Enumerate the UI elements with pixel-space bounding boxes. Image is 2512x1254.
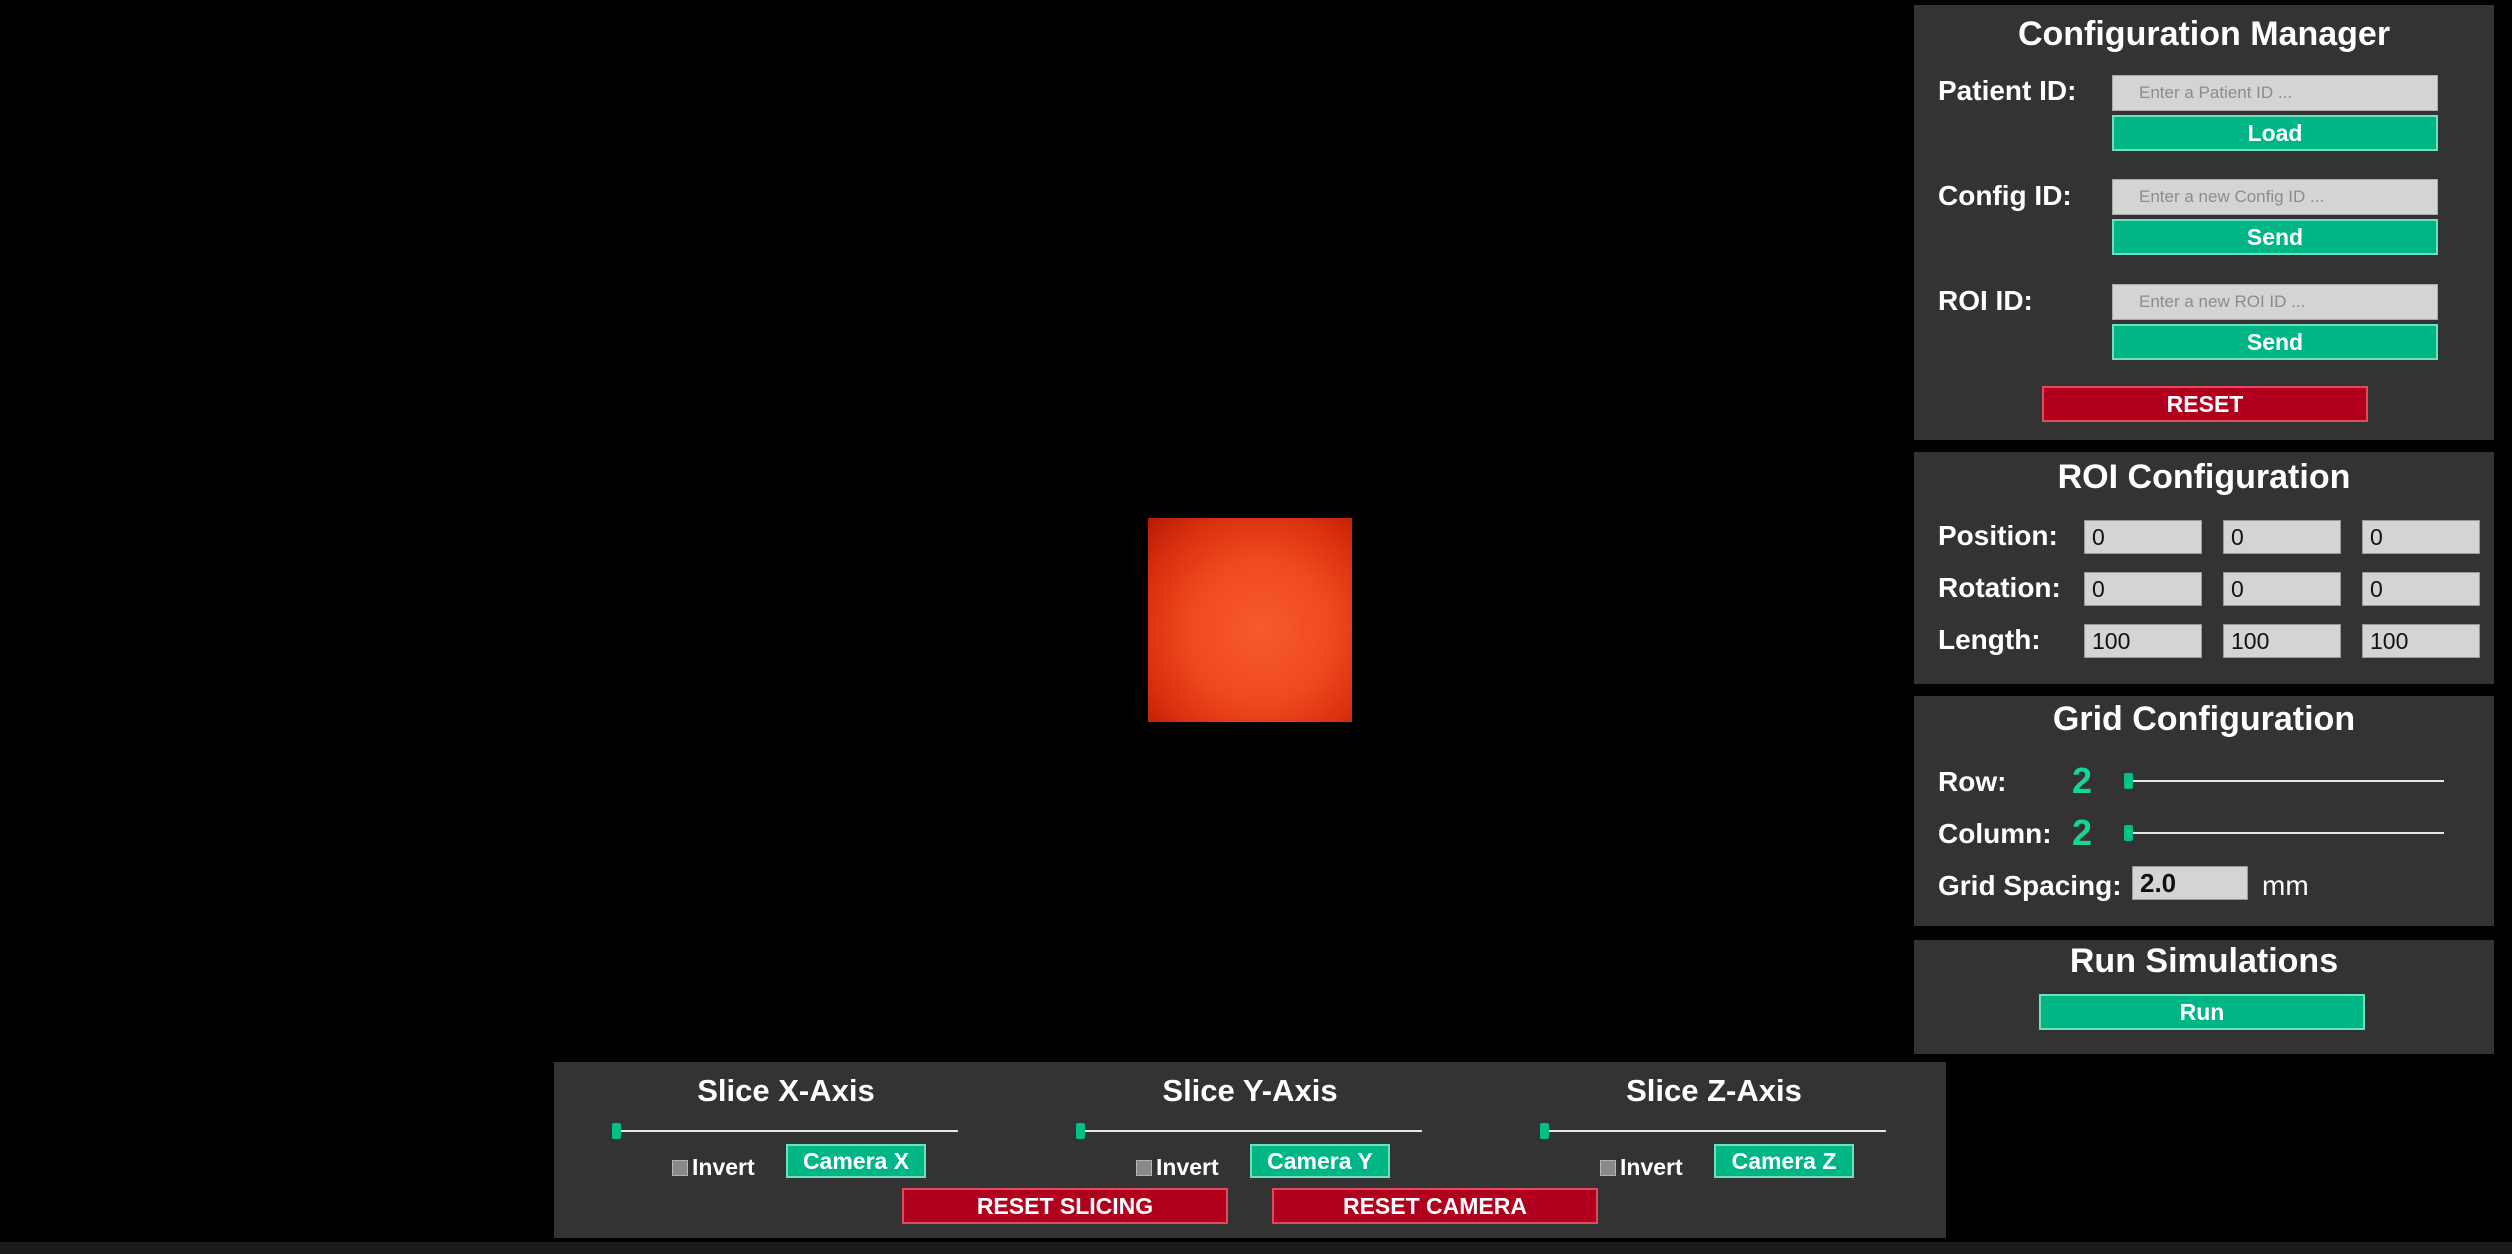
invert-z-checkbox[interactable] <box>1600 1160 1616 1176</box>
length-x-input[interactable] <box>2084 624 2202 658</box>
reset-button[interactable]: RESET <box>2042 386 2368 422</box>
config-id-input[interactable] <box>2112 179 2438 215</box>
config-id-label: Config ID: <box>1938 180 2072 211</box>
roi-send-button[interactable]: Send <box>2112 324 2438 360</box>
row-value: 2 <box>2072 760 2093 801</box>
run-simulations-panel: Run Simulations Run <box>1914 940 2494 1054</box>
column-label: Column: <box>1938 818 2052 849</box>
config-send-button[interactable]: Send <box>2112 219 2438 255</box>
position-label: Position: <box>1938 520 2058 551</box>
invert-x-label: Invert <box>692 1154 755 1180</box>
roi-box-render <box>1148 518 1352 722</box>
roi-id-label: ROI ID: <box>1938 285 2033 316</box>
roi-id-input[interactable] <box>2112 284 2438 320</box>
row-label: Row: <box>1938 766 2007 797</box>
rotation-y-input[interactable] <box>2223 572 2341 606</box>
bottom-edge-bar <box>0 1242 2512 1254</box>
panel-title: Run Simulations <box>2069 942 2339 980</box>
rotation-z-input[interactable] <box>2362 572 2480 606</box>
column-value: 2 <box>2072 812 2093 853</box>
run-button[interactable]: Run <box>2039 994 2365 1030</box>
configuration-manager-panel: Configuration Manager Patient ID: Load C… <box>1914 5 2494 440</box>
roi-configuration-panel: ROI Configuration Position: Rotation: Le… <box>1914 452 2494 684</box>
camera-x-button[interactable]: Camera X <box>786 1144 926 1178</box>
patient-id-input[interactable] <box>2112 75 2438 111</box>
slice-x-slider[interactable] <box>616 1130 958 1132</box>
camera-z-button[interactable]: Camera Z <box>1714 1144 1854 1178</box>
camera-y-button[interactable]: Camera Y <box>1250 1144 1390 1178</box>
slice-x-slider-thumb[interactable] <box>612 1123 621 1139</box>
position-y-input[interactable] <box>2223 520 2341 554</box>
rotation-label: Rotation: <box>1938 572 2061 603</box>
slice-z-slider-thumb[interactable] <box>1540 1123 1549 1139</box>
slice-z-title: Slice Z-Axis <box>1626 1073 1802 1108</box>
invert-y-checkbox[interactable] <box>1136 1160 1152 1176</box>
slice-y-slider-thumb[interactable] <box>1076 1123 1085 1139</box>
row-slider-thumb[interactable] <box>2124 773 2133 789</box>
column-slider-thumb[interactable] <box>2124 825 2133 841</box>
slicing-panel: Slice X-Axis Invert Camera X Slice Y-Axi… <box>554 1062 1946 1238</box>
position-z-input[interactable] <box>2362 520 2480 554</box>
panel-title: Grid Configuration <box>2052 700 2356 738</box>
column-slider[interactable] <box>2128 832 2444 834</box>
panel-title: ROI Configuration <box>2057 458 2351 496</box>
grid-spacing-unit: mm <box>2262 870 2309 901</box>
length-label: Length: <box>1938 624 2041 655</box>
length-y-input[interactable] <box>2223 624 2341 658</box>
length-z-input[interactable] <box>2362 624 2480 658</box>
panel-title: Configuration Manager <box>2017 15 2391 53</box>
invert-z-label: Invert <box>1620 1154 1683 1180</box>
slice-y-slider[interactable] <box>1080 1130 1422 1132</box>
invert-x-checkbox[interactable] <box>672 1160 688 1176</box>
reset-slicing-button[interactable]: RESET SLICING <box>902 1188 1228 1224</box>
rotation-x-input[interactable] <box>2084 572 2202 606</box>
load-button[interactable]: Load <box>2112 115 2438 151</box>
reset-camera-button[interactable]: RESET CAMERA <box>1272 1188 1598 1224</box>
patient-id-label: Patient ID: <box>1938 75 2077 106</box>
slice-z-slider[interactable] <box>1544 1130 1886 1132</box>
grid-spacing-input[interactable] <box>2132 866 2248 900</box>
row-slider[interactable] <box>2128 780 2444 782</box>
grid-configuration-panel: Grid Configuration Row: 2 Column: 2 Grid… <box>1914 696 2494 926</box>
invert-y-label: Invert <box>1156 1154 1219 1180</box>
grid-spacing-label: Grid Spacing: <box>1938 870 2122 901</box>
slice-y-title: Slice Y-Axis <box>1162 1073 1338 1108</box>
position-x-input[interactable] <box>2084 520 2202 554</box>
slice-x-title: Slice X-Axis <box>697 1073 875 1108</box>
